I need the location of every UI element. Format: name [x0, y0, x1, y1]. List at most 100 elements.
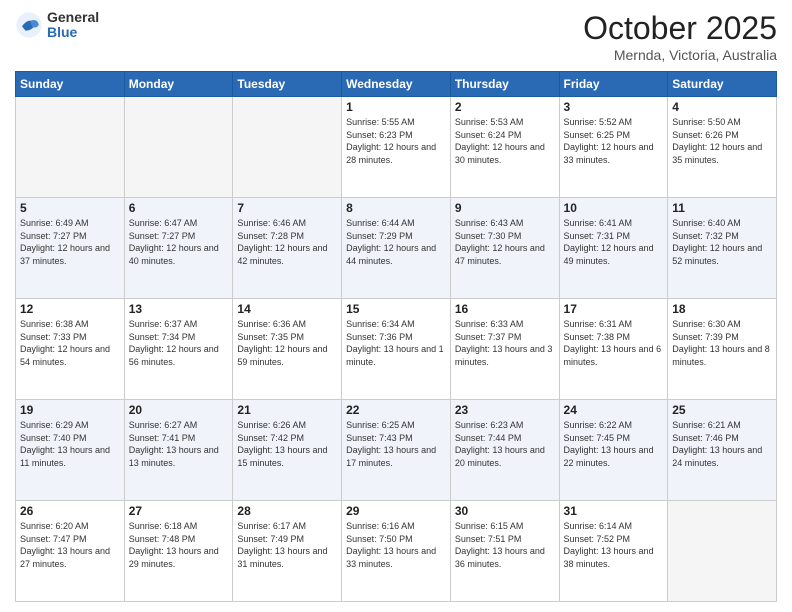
day-info: Sunrise: 6:23 AMSunset: 7:44 PMDaylight:… [455, 419, 555, 469]
day-info: Sunrise: 6:20 AMSunset: 7:47 PMDaylight:… [20, 520, 120, 570]
calendar-cell-15: 15 Sunrise: 6:34 AMSunset: 7:36 PMDayligh… [342, 299, 451, 400]
day-number: 30 [455, 504, 555, 518]
calendar-cell-6: 6Sunrise: 6:47 AMSunset: 7:27 PMDaylight… [124, 198, 233, 299]
header: General Blue October 2025 Mernda, Victor… [15, 10, 777, 63]
day-info: Sunrise: 6:38 AMSunset: 7:33 PMDaylight:… [20, 318, 120, 368]
calendar-cell-22: 22 Sunrise: 6:25 AMSunset: 7:43 PMDayligh… [342, 400, 451, 501]
day-info: Sunrise: 5:50 AMSunset: 6:26 PMDaylight:… [672, 116, 772, 166]
day-number: 25 [672, 403, 772, 417]
calendar-cell-29: 29Sunrise: 6:16 AMSunset: 7:50 PMDayligh… [342, 501, 451, 602]
day-info: Sunrise: 6:31 AMSunset: 7:38 PMDaylight:… [564, 318, 664, 368]
day-info: Sunrise: 6:37 AMSunset: 7:34 PMDaylight:… [129, 318, 229, 368]
day-info: Sunrise: 5:53 AMSunset: 6:24 PMDaylight:… [455, 116, 555, 166]
weekday-header-tuesday: Tuesday [233, 72, 342, 97]
calendar-cell-18: 18 Sunrise: 6:30 AMSunset: 7:39 PMDayligh… [668, 299, 777, 400]
calendar-cell-empty [233, 97, 342, 198]
calendar-cell-12: 12 Sunrise: 6:38 AMSunset: 7:33 PMDayligh… [16, 299, 125, 400]
calendar-cell-17: 17 Sunrise: 6:31 AMSunset: 7:38 PMDayligh… [559, 299, 668, 400]
day-number: 5 [20, 201, 120, 215]
day-number: 13 [129, 302, 229, 316]
calendar-cell-14: 14Sunrise: 6:36 AMSunset: 7:35 PMDayligh… [233, 299, 342, 400]
calendar-cell-10: 10 Sunrise: 6:41 AMSunset: 7:31 PMDayligh… [559, 198, 668, 299]
location: Mernda, Victoria, Australia [583, 47, 777, 63]
week-row-2: 5Sunrise: 6:49 AMSunset: 7:27 PMDaylight… [16, 198, 777, 299]
day-info: Sunrise: 6:46 AMSunset: 7:28 PMDaylight:… [237, 217, 337, 267]
calendar-cell-4: 4 Sunrise: 5:50 AMSunset: 6:26 PMDaylight… [668, 97, 777, 198]
weekday-header-row: SundayMondayTuesdayWednesdayThursdayFrid… [16, 72, 777, 97]
day-number: 9 [455, 201, 555, 215]
day-number: 27 [129, 504, 229, 518]
day-info: Sunrise: 6:15 AMSunset: 7:51 PMDaylight:… [455, 520, 555, 570]
day-number: 4 [672, 100, 772, 114]
day-number: 19 [20, 403, 120, 417]
weekday-header-friday: Friday [559, 72, 668, 97]
calendar-cell-5: 5Sunrise: 6:49 AMSunset: 7:27 PMDaylight… [16, 198, 125, 299]
day-info: Sunrise: 6:18 AMSunset: 7:48 PMDaylight:… [129, 520, 229, 570]
day-number: 24 [564, 403, 664, 417]
day-number: 3 [564, 100, 664, 114]
day-info: Sunrise: 6:43 AMSunset: 7:30 PMDaylight:… [455, 217, 555, 267]
calendar-cell-27: 27 Sunrise: 6:18 AMSunset: 7:48 PMDayligh… [124, 501, 233, 602]
month-title: October 2025 [583, 10, 777, 47]
week-row-3: 12 Sunrise: 6:38 AMSunset: 7:33 PMDayligh… [16, 299, 777, 400]
logo-text: General Blue [47, 10, 99, 41]
day-number: 21 [237, 403, 337, 417]
calendar-cell-2: 2 Sunrise: 5:53 AMSunset: 6:24 PMDaylight… [450, 97, 559, 198]
day-info: Sunrise: 6:22 AMSunset: 7:45 PMDaylight:… [564, 419, 664, 469]
day-info: Sunrise: 6:26 AMSunset: 7:42 PMDaylight:… [237, 419, 337, 469]
day-number: 23 [455, 403, 555, 417]
title-area: October 2025 Mernda, Victoria, Australia [583, 10, 777, 63]
calendar-cell-30: 30 Sunrise: 6:15 AMSunset: 7:51 PMDayligh… [450, 501, 559, 602]
weekday-header-thursday: Thursday [450, 72, 559, 97]
day-number: 17 [564, 302, 664, 316]
day-number: 2 [455, 100, 555, 114]
calendar-cell-7: 7Sunrise: 6:46 AMSunset: 7:28 PMDaylight… [233, 198, 342, 299]
calendar-cell-8: 8Sunrise: 6:44 AMSunset: 7:29 PMDaylight… [342, 198, 451, 299]
week-row-1: 1 Sunrise: 5:55 AMSunset: 6:23 PMDaylight… [16, 97, 777, 198]
calendar-cell-1: 1 Sunrise: 5:55 AMSunset: 6:23 PMDaylight… [342, 97, 451, 198]
day-number: 6 [129, 201, 229, 215]
day-number: 11 [672, 201, 772, 215]
logo: General Blue [15, 10, 99, 41]
weekday-header-sunday: Sunday [16, 72, 125, 97]
calendar-cell-13: 13 Sunrise: 6:37 AMSunset: 7:34 PMDayligh… [124, 299, 233, 400]
day-number: 1 [346, 100, 446, 114]
day-number: 26 [20, 504, 120, 518]
day-number: 20 [129, 403, 229, 417]
day-info: Sunrise: 6:17 AMSunset: 7:49 PMDaylight:… [237, 520, 337, 570]
day-info: Sunrise: 6:29 AMSunset: 7:40 PMDaylight:… [20, 419, 120, 469]
day-number: 14 [237, 302, 337, 316]
page: General Blue October 2025 Mernda, Victor… [0, 0, 792, 612]
calendar-cell-empty [16, 97, 125, 198]
weekday-header-wednesday: Wednesday [342, 72, 451, 97]
calendar-cell-28: 28Sunrise: 6:17 AMSunset: 7:49 PMDayligh… [233, 501, 342, 602]
calendar-cell-9: 9 Sunrise: 6:43 AMSunset: 7:30 PMDaylight… [450, 198, 559, 299]
logo-general-text: General [47, 10, 99, 25]
day-number: 16 [455, 302, 555, 316]
day-info: Sunrise: 6:30 AMSunset: 7:39 PMDaylight:… [672, 318, 772, 368]
day-number: 15 [346, 302, 446, 316]
day-info: Sunrise: 6:40 AMSunset: 7:32 PMDaylight:… [672, 217, 772, 267]
calendar-cell-11: 11 Sunrise: 6:40 AMSunset: 7:32 PMDayligh… [668, 198, 777, 299]
day-info: Sunrise: 6:14 AMSunset: 7:52 PMDaylight:… [564, 520, 664, 570]
day-number: 18 [672, 302, 772, 316]
calendar-cell-19: 19 Sunrise: 6:29 AMSunset: 7:40 PMDayligh… [16, 400, 125, 501]
calendar-cell-empty [124, 97, 233, 198]
calendar-cell-23: 23 Sunrise: 6:23 AMSunset: 7:44 PMDayligh… [450, 400, 559, 501]
day-info: Sunrise: 5:52 AMSunset: 6:25 PMDaylight:… [564, 116, 664, 166]
calendar-cell-25: 25 Sunrise: 6:21 AMSunset: 7:46 PMDayligh… [668, 400, 777, 501]
day-number: 10 [564, 201, 664, 215]
day-number: 12 [20, 302, 120, 316]
day-info: Sunrise: 6:33 AMSunset: 7:37 PMDaylight:… [455, 318, 555, 368]
day-info: Sunrise: 6:25 AMSunset: 7:43 PMDaylight:… [346, 419, 446, 469]
day-info: Sunrise: 6:44 AMSunset: 7:29 PMDaylight:… [346, 217, 446, 267]
week-row-5: 26 Sunrise: 6:20 AMSunset: 7:47 PMDayligh… [16, 501, 777, 602]
day-info: Sunrise: 6:34 AMSunset: 7:36 PMDaylight:… [346, 318, 446, 368]
day-info: Sunrise: 6:21 AMSunset: 7:46 PMDaylight:… [672, 419, 772, 469]
calendar-cell-26: 26 Sunrise: 6:20 AMSunset: 7:47 PMDayligh… [16, 501, 125, 602]
day-info: Sunrise: 5:55 AMSunset: 6:23 PMDaylight:… [346, 116, 446, 166]
day-info: Sunrise: 6:41 AMSunset: 7:31 PMDaylight:… [564, 217, 664, 267]
day-number: 22 [346, 403, 446, 417]
day-number: 29 [346, 504, 446, 518]
logo-blue-text: Blue [47, 25, 99, 40]
